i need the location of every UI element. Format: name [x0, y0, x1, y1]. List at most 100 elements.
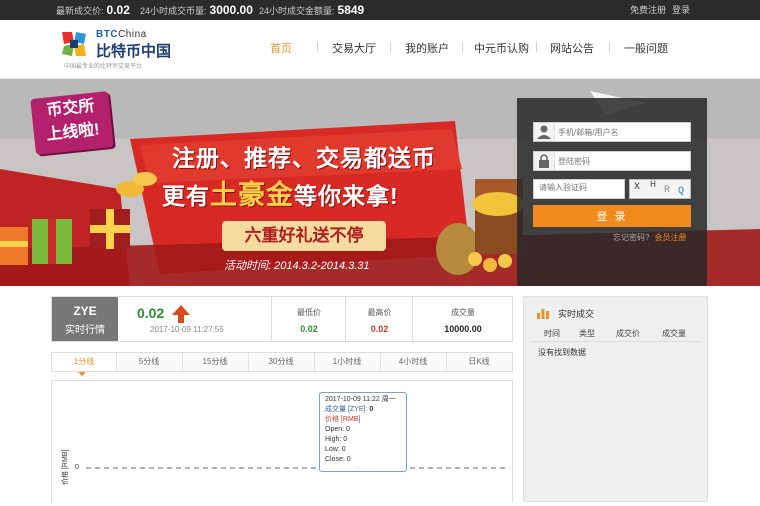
tab-daily[interactable]: 日K线 [446, 353, 512, 371]
amount-24h-stat: 24小时成交金额量: 5849 [259, 0, 364, 21]
register-link[interactable]: 免费注册 [630, 0, 666, 20]
tab-30min[interactable]: 30分线 [248, 353, 315, 371]
user-icon [534, 123, 555, 141]
forgot-password-link[interactable]: 忘记密码? [613, 233, 649, 242]
last-price-label: 最新成交价: [56, 6, 104, 16]
password-field[interactable] [533, 151, 691, 171]
member-register-link[interactable]: 会员注册 [654, 233, 686, 242]
username-field[interactable] [533, 122, 691, 142]
nav-divider [609, 42, 610, 52]
kline-tabs: 1分线 5分线 15分线 30分线 1小时线 4小时线 日K线 [51, 352, 513, 372]
brand-name-en-bold: BTC [96, 29, 119, 40]
headline2-post: 等你来拿! [294, 183, 399, 209]
market-summary: ZYE 实时行情 0.02 2017-10-09 11:27:55 最低价 0.… [51, 296, 513, 342]
nav-coin-subscription[interactable]: 中元币认购 [474, 40, 529, 56]
site-header: BTCChina 比特币中国 中国最专业的比特币交易平台 首页 交易大厅 我的账… [0, 20, 760, 79]
nav-home[interactable]: 首页 [270, 40, 292, 56]
tooltip-header: 2017-10-09 11:22 周一 [325, 396, 396, 403]
price-time: 2017-10-09 11:27:55 [150, 325, 224, 334]
headline2-pre: 更有 [162, 183, 210, 209]
chart-tooltip: 2017-10-09 11:22 周一 成交量 [ZYE]: 0 价格 [RMB… [319, 392, 407, 472]
nav-my-account[interactable]: 我的账户 [405, 40, 449, 56]
last-price-stat: 最新成交价: 0.02 [56, 0, 130, 21]
login-button[interactable]: 登 录 [533, 205, 691, 227]
col-header-volume: 成交量 [662, 329, 686, 338]
tooltip-volume-label: 成交量 [ZYE]: [325, 406, 368, 413]
brand-tagline: 中国最专业的比特币交易平台 [64, 64, 143, 70]
launch-badge: 币交所 上线啦! [30, 91, 114, 155]
tab-5min[interactable]: 5分线 [116, 353, 183, 371]
btcchina-logo-icon[interactable] [60, 30, 88, 58]
active-tab-indicator [78, 372, 86, 376]
brand-name-en-light: China [118, 29, 147, 40]
no-data-message: 没有找到数据 [538, 348, 586, 357]
brand-name-en: BTCChina [96, 29, 147, 40]
current-price: 0.02 [137, 305, 165, 321]
nav-divider [536, 42, 537, 52]
tooltip-close: Close: 0 [325, 456, 351, 463]
top-stats-bar: 最新成交价: 0.02 24小时成交币量: 3000.00 24小时成交金额量: 58… [0, 0, 760, 20]
captcha-char: H [650, 180, 657, 191]
stat-high-label: 最高价 [367, 308, 392, 317]
live-trades-panel: 实时成交 时间 类型 成交价 成交量 没有找到数据 [523, 296, 708, 502]
headline2-gold: 土豪金 [210, 180, 294, 210]
nav-divider [462, 42, 463, 52]
tab-4hour[interactable]: 4小时线 [380, 353, 447, 371]
stat-volume-value: 10000.00 [444, 324, 482, 334]
nav-announcements[interactable]: 网站公告 [550, 40, 594, 56]
stat-low-label: 最低价 [297, 308, 321, 317]
captcha-image[interactable]: X H R Q [629, 179, 691, 199]
tab-1min[interactable]: 1分线 [52, 353, 117, 371]
stat-low: 最低价 0.02 [271, 297, 346, 341]
captcha-input[interactable] [539, 183, 621, 192]
last-price-value: 0.02 [106, 3, 130, 17]
y-tick-label: 0 [75, 464, 79, 471]
username-input[interactable] [558, 125, 686, 139]
captcha-char: X [634, 182, 641, 193]
event-time: 活动时间: 2014.3.2-2014.3.31 [224, 260, 370, 272]
volume-24h-stat: 24小时成交币量: 3000.00 [140, 0, 253, 21]
tooltip-volume-value: 0 [369, 406, 374, 413]
tooltip-price-label: 价格 [RMB] [325, 416, 361, 423]
login-link[interactable]: 登录 [672, 0, 690, 20]
stat-volume: 成交量 10000.00 [412, 297, 513, 341]
tooltip-low: Low: 0 [325, 446, 346, 453]
tab-15min[interactable]: 15分线 [182, 353, 249, 371]
stat-high-value: 0.02 [370, 324, 389, 334]
amount-24h-label: 24小时成交金额量: [259, 6, 335, 16]
amount-24h-value: 5849 [337, 3, 365, 17]
lock-icon [534, 152, 555, 170]
volume-24h-label: 24小时成交币量: [140, 6, 207, 16]
tab-1hour[interactable]: 1小时线 [314, 353, 381, 371]
nav-trading-hall[interactable]: 交易大厅 [332, 40, 376, 56]
bar-chart-icon [537, 309, 549, 319]
col-header-type: 类型 [579, 329, 595, 338]
price-up-arrow-icon [172, 305, 190, 323]
volume-24h-value: 3000.00 [209, 3, 253, 17]
login-panel: X H R Q 登 录 忘记密码? 会员注册 [517, 98, 707, 286]
coin-subtitle: 实时行情 [65, 325, 105, 336]
nav-divider [317, 42, 318, 52]
stat-high: 最高价 0.02 [345, 297, 413, 341]
banner-headline-2: 更有土豪金等你来拿! [162, 173, 399, 212]
banner-ribbon: 六重好礼送不停 [222, 221, 386, 251]
stat-volume-label: 成交量 [451, 308, 475, 317]
chart-svg: 价格 [RMB] 0 [60, 450, 508, 485]
nav-faq[interactable]: 一般问题 [624, 40, 668, 56]
coin-tile[interactable]: ZYE 实时行情 [52, 297, 118, 341]
captcha-char: R [664, 185, 671, 196]
col-header-time: 时间 [544, 329, 560, 338]
stat-low-value: 0.02 [300, 324, 318, 334]
nav-divider [390, 42, 391, 52]
password-input[interactable] [558, 154, 686, 168]
tooltip-high: High: 0 [325, 436, 348, 443]
brand-name-cn: 比特币中国 [96, 43, 172, 60]
live-trades-title: 实时成交 [558, 309, 595, 319]
tooltip-open: Open: 0 [325, 426, 350, 433]
login-links: 忘记密码? 会员注册 [613, 232, 686, 243]
captcha-char: Q [678, 186, 685, 197]
price-chart[interactable]: 价格 [RMB] 0 [51, 380, 513, 502]
captcha-field[interactable] [533, 179, 625, 199]
coin-code: ZYE [73, 304, 97, 318]
col-header-price: 成交价 [616, 329, 640, 338]
